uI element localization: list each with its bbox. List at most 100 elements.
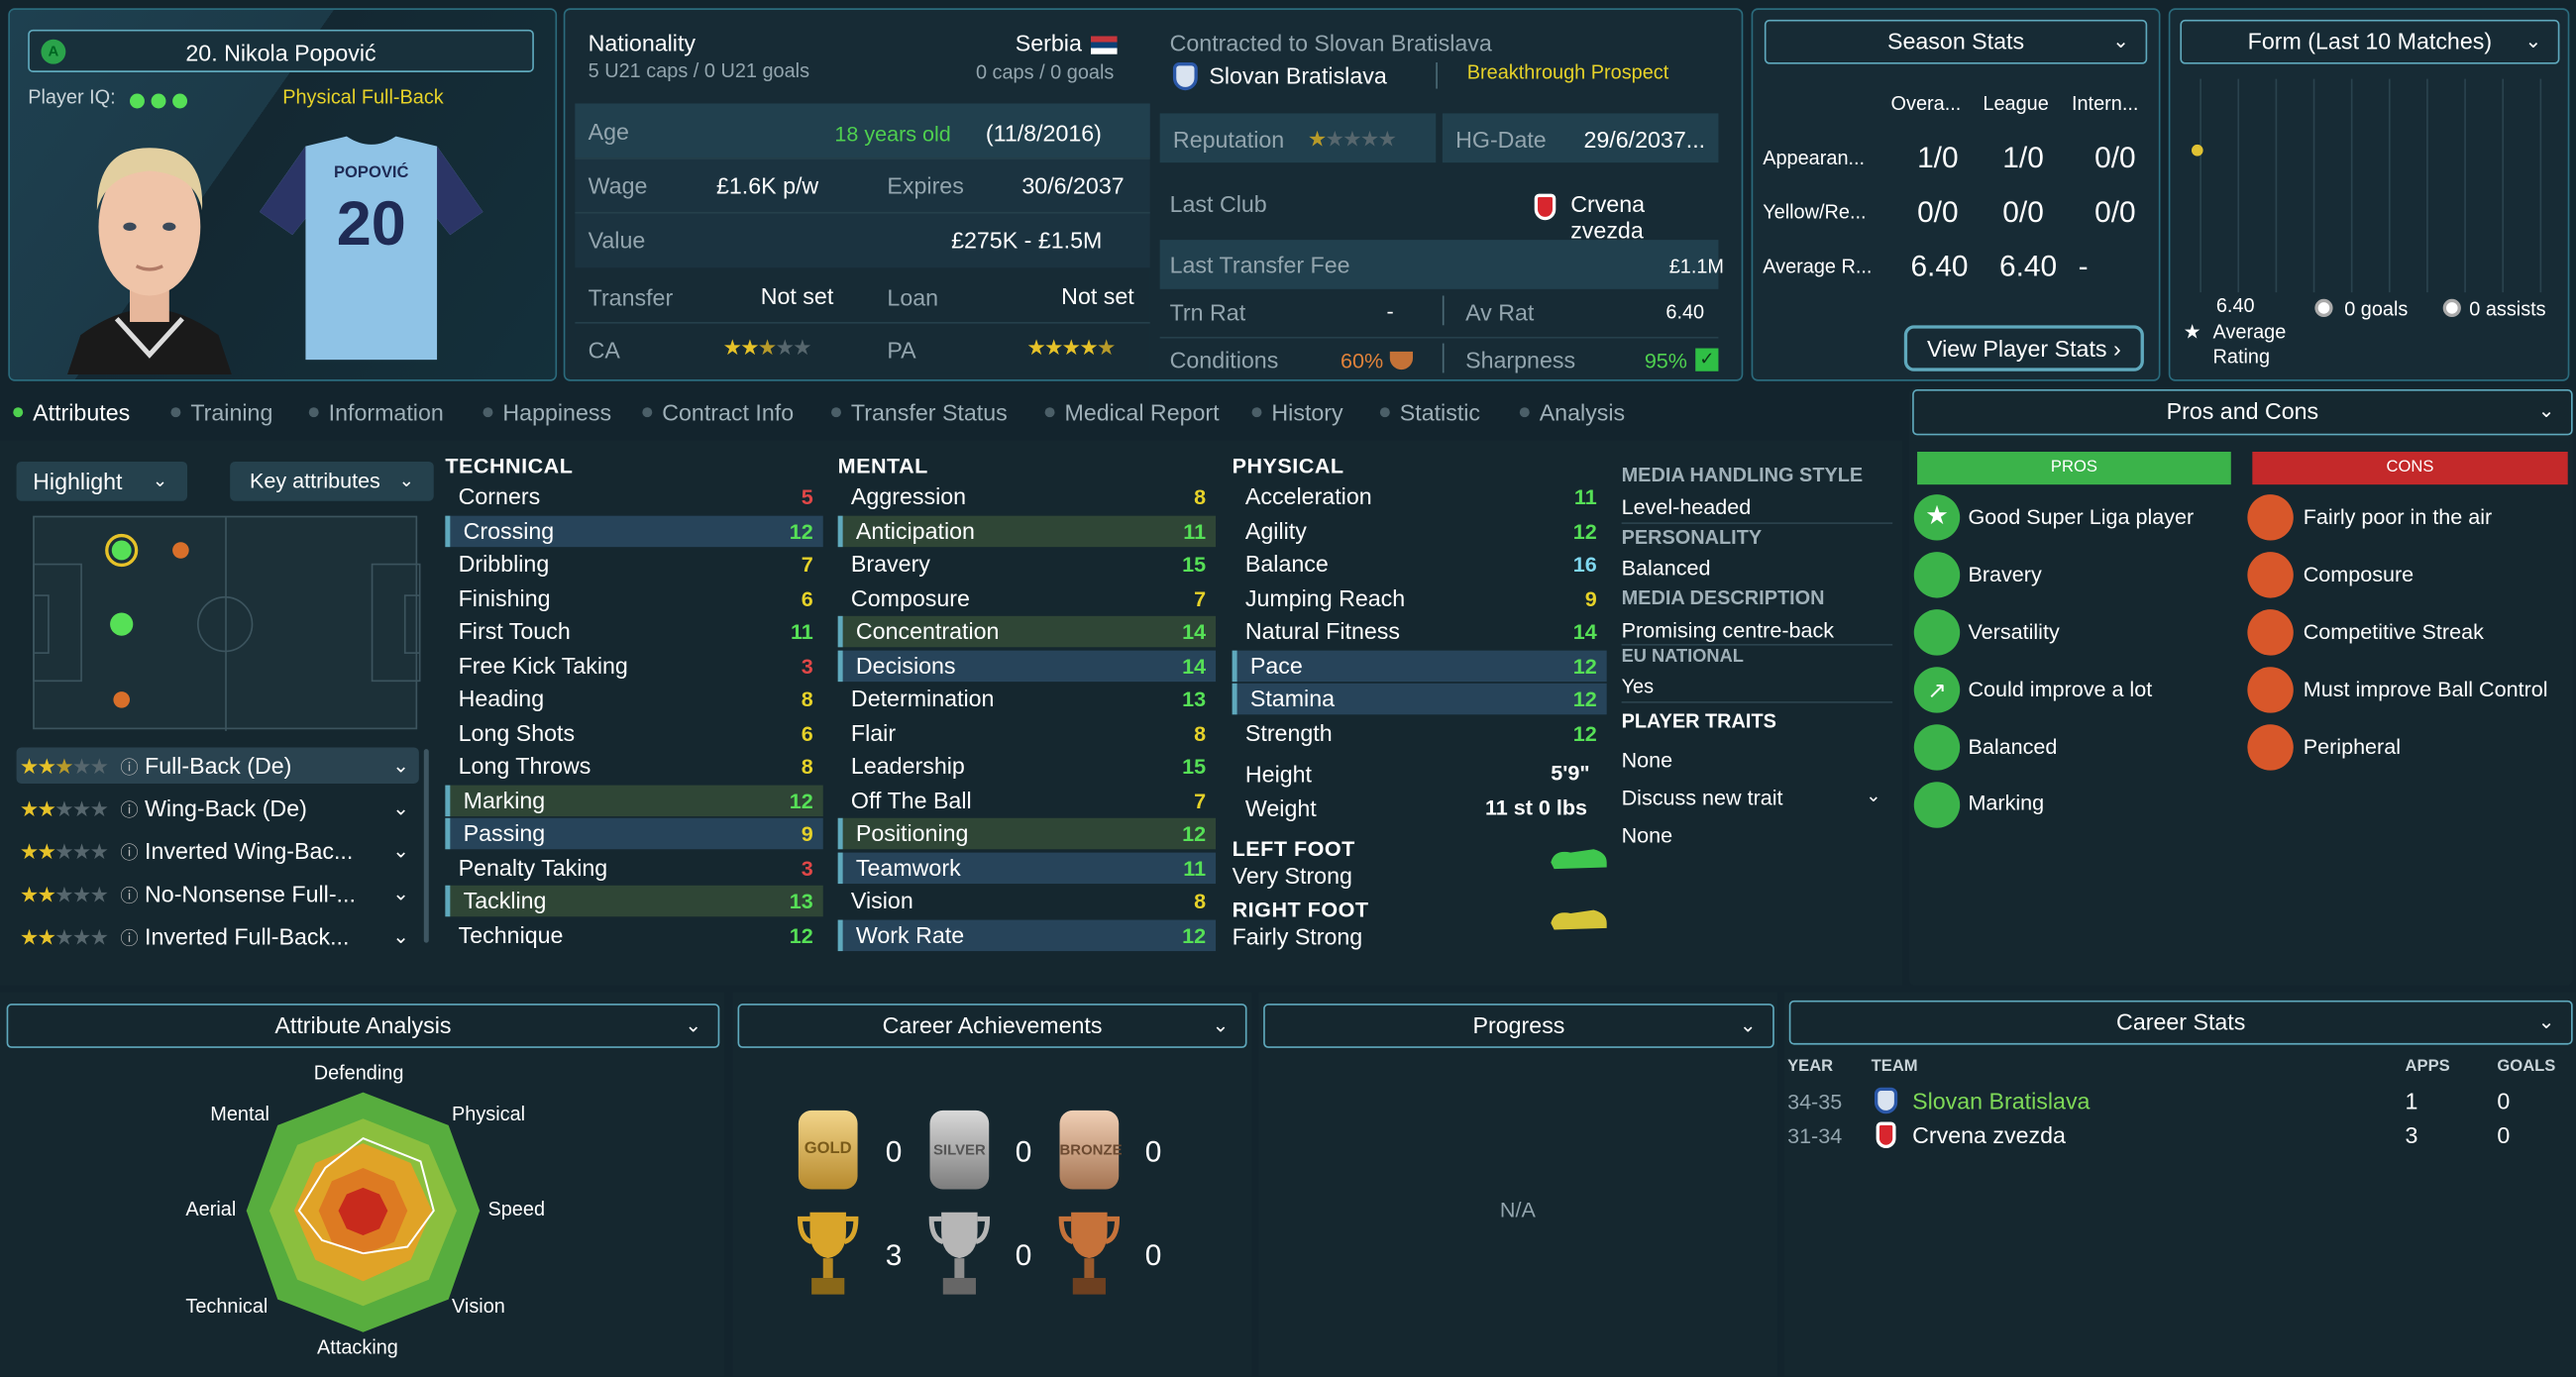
tab-happiness[interactable]: Happiness	[483, 399, 611, 425]
tab-information[interactable]: Information	[308, 399, 444, 425]
info-icon[interactable]: ⓘ	[120, 759, 138, 779]
attribute-row[interactable]: Agility 12	[1233, 515, 1607, 547]
chevron-down-icon[interactable]: ⌄	[392, 833, 409, 869]
highlight-dropdown[interactable]: Highlight ⌄	[16, 461, 188, 501]
chevron-down-icon[interactable]: ⌄	[392, 747, 409, 783]
attribute-row[interactable]: Teamwork 11	[837, 851, 1217, 884]
tab-analysis[interactable]: Analysis	[1519, 399, 1625, 425]
position-marker-unconvincing[interactable]	[113, 691, 130, 708]
role-row[interactable]: ★★★★★ ⓘ Full-Back (De) ⌄	[16, 747, 419, 784]
loan-value[interactable]: Not set	[1061, 282, 1134, 309]
career-team[interactable]: Crvena zvezda	[1912, 1122, 2066, 1149]
position-marker-natural[interactable]	[111, 540, 132, 561]
positions-pitch[interactable]	[33, 515, 421, 731]
trn-rat-label: Trn Rat	[1169, 298, 1246, 326]
attribute-row[interactable]: Balance 16	[1233, 549, 1607, 581]
career-team[interactable]: Slovan Bratislava	[1912, 1088, 2090, 1114]
info-icon[interactable]: ⓘ	[120, 801, 138, 821]
view-player-stats-button[interactable]: View Player Stats ›	[1903, 325, 2144, 371]
tab-attributes[interactable]: Attributes	[13, 399, 130, 425]
player-name-box[interactable]: A 20. Nikola Popović	[28, 29, 534, 72]
conditions-value: 60%	[1341, 348, 1384, 373]
chevron-down-icon[interactable]: ⌄	[392, 918, 409, 954]
transfer-label: Transfer	[588, 283, 674, 311]
tab-history[interactable]: History	[1251, 399, 1343, 425]
info-icon[interactable]: ⓘ	[120, 844, 138, 864]
attribute-row[interactable]: Jumping Reach 9	[1233, 583, 1607, 614]
attribute-row[interactable]: Composure 7	[838, 583, 1216, 614]
form-dropdown[interactable]: Form (Last 10 Matches) ⌄	[2180, 19, 2560, 64]
season-stats-dropdown[interactable]: Season Stats ⌄	[1764, 19, 2148, 64]
weight-label: Weight	[1244, 794, 1317, 822]
attribute-row[interactable]: Off The Ball 7	[838, 785, 1216, 816]
attribute-row[interactable]: Marking 12	[445, 784, 823, 816]
attribute-row[interactable]: Determination 13	[838, 684, 1216, 715]
attribute-row[interactable]: Long Shots 6	[445, 717, 822, 749]
attribute-row[interactable]: Vision 8	[838, 886, 1216, 917]
attribute-row[interactable]: Long Throws 8	[445, 751, 822, 783]
pros-cons-dropdown[interactable]: Pros and Cons ⌄	[1912, 388, 2573, 436]
attribute-row[interactable]: Natural Fitness 14	[1233, 616, 1607, 648]
attribute-row[interactable]: Penalty Taking 3	[445, 852, 822, 884]
attribute-row[interactable]: Pace 12	[1232, 649, 1607, 682]
roles-scrollbar[interactable]	[423, 749, 429, 943]
tab-medical-report[interactable]: Medical Report	[1044, 399, 1220, 425]
form-point[interactable]	[2191, 144, 2203, 157]
career-achievements-dropdown[interactable]: Career Achievements ⌄	[737, 1004, 1247, 1048]
attribute-row[interactable]: Flair 8	[838, 717, 1216, 749]
gold-medal-icon: GOLD	[798, 1110, 858, 1190]
info-icon[interactable]: ⓘ	[120, 930, 138, 950]
attribute-row[interactable]: Anticipation 11	[837, 514, 1217, 547]
attribute-row[interactable]: Leadership 15	[838, 751, 1216, 783]
season-row-label: Average R...	[1763, 255, 1873, 278]
attribute-row[interactable]: Finishing 6	[445, 583, 822, 614]
attribute-row[interactable]: Technique 12	[445, 919, 822, 951]
attribute-row[interactable]: Strength 12	[1233, 717, 1607, 749]
attribute-row[interactable]: First Touch 11	[445, 616, 822, 648]
pa-label: PA	[887, 336, 916, 364]
attribute-row[interactable]: Passing 9	[445, 817, 823, 850]
bronze-trophy-count: 0	[1144, 1238, 1162, 1272]
tab-training[interactable]: Training	[170, 399, 272, 425]
role-row[interactable]: ★★★★★ ⓘ No-Nonsense Full-... ⌄	[17, 876, 419, 911]
attribute-row[interactable]: Heading 8	[445, 684, 822, 715]
club-badge-icon	[1172, 62, 1198, 91]
attribute-row[interactable]: Crossing 12	[445, 514, 823, 547]
info-icon[interactable]: ⓘ	[120, 887, 138, 906]
contract-club[interactable]: Slovan Bratislava	[1209, 62, 1386, 89]
attribute-row[interactable]: Aggression 8	[838, 481, 1216, 513]
position-marker-unconvincing[interactable]	[172, 542, 189, 559]
tab-statistic[interactable]: Statistic	[1379, 399, 1480, 425]
discuss-trait-dropdown[interactable]: Discuss new trait ⌄	[1622, 786, 1888, 810]
attribute-row[interactable]: Bravery 15	[838, 549, 1216, 581]
attribute-row[interactable]: Tackling 13	[445, 885, 823, 917]
pro-item: Versatility	[1968, 619, 2060, 644]
attribute-row[interactable]: Concentration 14	[837, 615, 1217, 648]
wage-value[interactable]: £1.6K p/w	[716, 172, 818, 199]
role-row[interactable]: ★★★★★ ⓘ Inverted Wing-Bac... ⌄	[17, 833, 419, 869]
progress-dropdown[interactable]: Progress ⌄	[1263, 1004, 1774, 1048]
key-attributes-dropdown[interactable]: Key attributes ⌄	[230, 461, 434, 501]
transfer-value[interactable]: Not set	[761, 282, 834, 309]
attribute-analysis-dropdown[interactable]: Attribute Analysis ⌄	[6, 1004, 720, 1048]
attribute-row[interactable]: Work Rate 12	[837, 918, 1217, 951]
attribute-row[interactable]: Free Kick Taking 3	[445, 650, 822, 682]
tab-transfer-status[interactable]: Transfer Status	[831, 399, 1008, 425]
attribute-row[interactable]: Decisions 14	[837, 649, 1217, 682]
attribute-row[interactable]: Positioning 12	[837, 817, 1217, 850]
role-row[interactable]: ★★★★★ ⓘ Inverted Full-Back... ⌄	[17, 918, 419, 954]
table-row[interactable]: 34-35 Slovan Bratislava 1 0	[1784, 1084, 2573, 1116]
role-row[interactable]: ★★★★★ ⓘ Wing-Back (De) ⌄	[17, 791, 419, 826]
attribute-row[interactable]: Acceleration 11	[1233, 481, 1607, 513]
last-club-value[interactable]: Crvena zvezda	[1570, 190, 1718, 243]
header-duel-icon	[2247, 494, 2294, 541]
position-marker-accomplished[interactable]	[110, 612, 134, 636]
attribute-row[interactable]: Corners 5	[445, 481, 822, 513]
career-stats-dropdown[interactable]: Career Stats ⌄	[1788, 1000, 2573, 1045]
tab-contract-info[interactable]: Contract Info	[642, 399, 794, 425]
table-row[interactable]: 31-34 Crvena zvezda 3 0	[1784, 1118, 2573, 1151]
chevron-down-icon[interactable]: ⌄	[392, 791, 409, 826]
attribute-row[interactable]: Stamina 12	[1232, 683, 1607, 715]
attribute-row[interactable]: Dribbling 7	[445, 549, 822, 581]
chevron-down-icon[interactable]: ⌄	[392, 876, 409, 911]
